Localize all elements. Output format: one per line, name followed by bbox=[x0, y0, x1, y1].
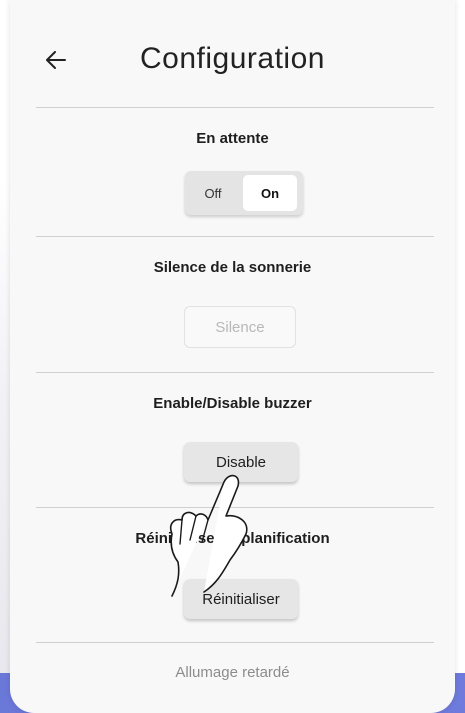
divider bbox=[36, 372, 434, 373]
toggle-option-off[interactable]: Off bbox=[185, 171, 241, 215]
section-title-delayed-start: Allumage retardé bbox=[175, 664, 290, 681]
standby-toggle[interactable]: Off On bbox=[185, 171, 303, 215]
section-title-standby: En attente bbox=[196, 130, 269, 147]
section-title-buzzer: Enable/Disable buzzer bbox=[153, 395, 312, 412]
header: Configuration bbox=[10, 0, 455, 108]
section-title-silence: Silence de la sonnerie bbox=[153, 259, 312, 276]
settings-card: Configuration En attente Off On Silence … bbox=[10, 0, 455, 713]
divider bbox=[36, 236, 434, 237]
divider bbox=[36, 642, 434, 643]
toggle-option-on[interactable]: On bbox=[243, 175, 297, 211]
page-title: Configuration bbox=[140, 42, 325, 75]
silence-button[interactable]: Silence bbox=[184, 306, 296, 348]
divider bbox=[36, 107, 434, 108]
tap-hand-icon bbox=[169, 474, 248, 597]
